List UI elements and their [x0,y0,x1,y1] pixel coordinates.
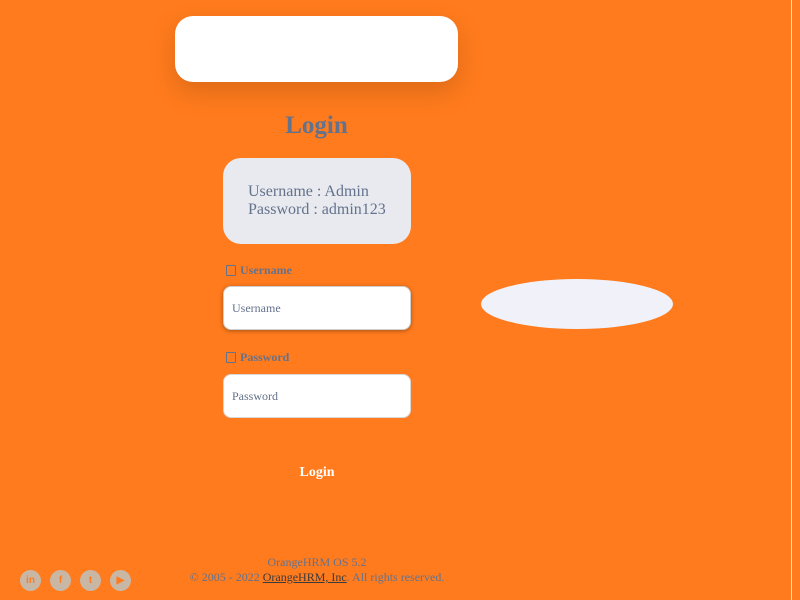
decorative-oval [481,279,673,329]
username-label: Username [226,263,292,278]
company-link[interactable]: OrangeHRM, Inc [263,570,347,584]
youtube-icon[interactable]: ▶ [110,570,131,591]
twitter-icon[interactable]: t [80,570,101,591]
login-button[interactable]: Login [223,458,411,488]
password-label: Password [226,350,289,365]
credentials-password-text: Password : admin123 [248,201,386,218]
footer-version: OrangeHRM OS 5.2 [267,555,367,569]
login-title: Login [285,112,348,139]
credentials-hint-box: Username : Admin Password : admin123 [223,158,411,244]
credentials-username-text: Username : Admin [248,183,369,200]
social-links: in f t ▶ [20,570,131,591]
username-label-text: Username [240,263,292,277]
password-label-text: Password [240,350,290,364]
linkedin-icon[interactable]: in [20,570,41,591]
footer: OrangeHRM OS 5.2 © 2005 - 2022 OrangeHRM… [150,555,484,585]
page-scrollbar[interactable] [791,0,800,600]
password-input[interactable] [223,374,411,418]
lock-icon [226,352,236,363]
username-input[interactable] [223,286,411,330]
branding-logo-card [175,16,458,82]
person-icon [226,265,236,276]
footer-copyright: © 2005 - 2022 OrangeHRM, Inc. All rights… [189,570,445,584]
facebook-icon[interactable]: f [50,570,71,591]
